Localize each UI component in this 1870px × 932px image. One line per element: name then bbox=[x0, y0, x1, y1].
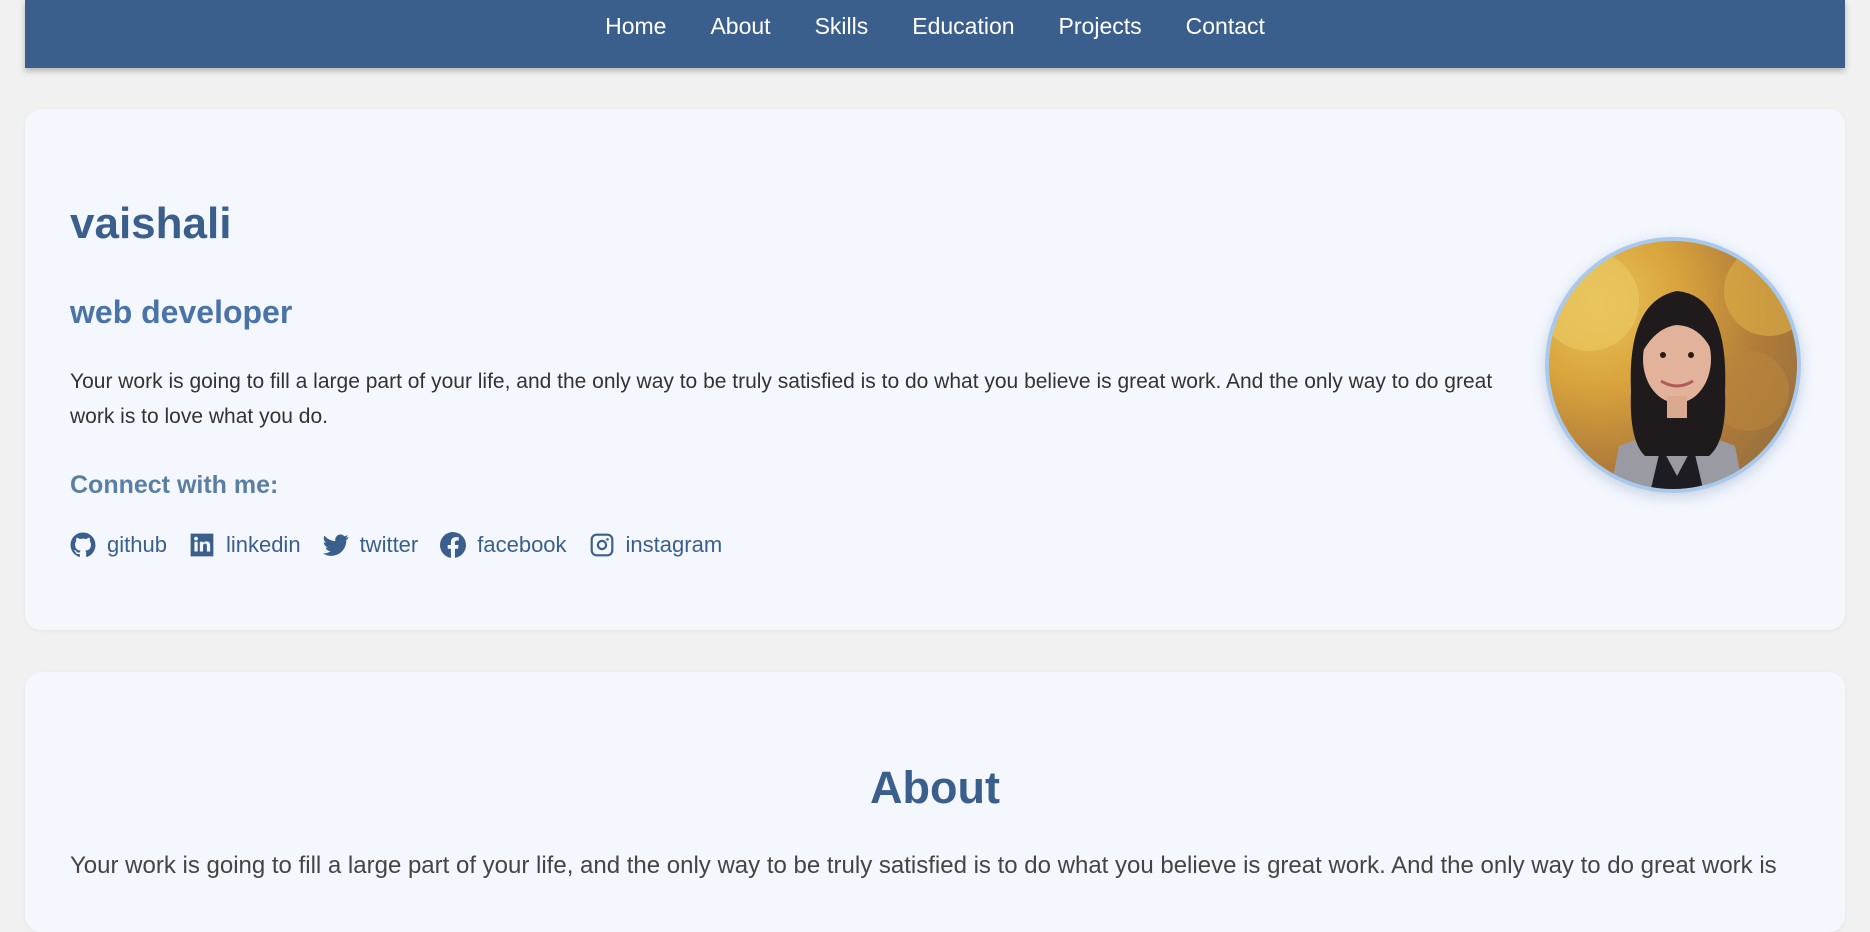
instagram-icon bbox=[590, 533, 613, 557]
social-link-github[interactable]: github bbox=[70, 532, 167, 558]
about-section: About Your work is going to fill a large… bbox=[25, 672, 1845, 932]
top-navbar: Home About Skills Education Projects Con… bbox=[25, 0, 1845, 68]
nav-menu: Home About Skills Education Projects Con… bbox=[583, 13, 1287, 39]
about-text: Your work is going to fill a large part … bbox=[70, 852, 1777, 879]
hero-name: vaishali bbox=[70, 199, 232, 248]
linkedin-icon bbox=[190, 533, 214, 557]
social-link-linkedin[interactable]: linkedin bbox=[189, 532, 301, 558]
hero-description: Your work is going to fill a large part … bbox=[70, 370, 1493, 428]
social-link-instagram[interactable]: instagram bbox=[589, 532, 723, 558]
github-icon bbox=[70, 532, 96, 557]
twitter-icon bbox=[322, 534, 349, 556]
nav-link-about[interactable]: About bbox=[710, 13, 770, 39]
hero-role: web developer bbox=[70, 294, 293, 330]
facebook-icon bbox=[440, 532, 467, 558]
social-label-facebook: facebook bbox=[477, 532, 567, 557]
social-link-twitter[interactable]: twitter bbox=[322, 532, 419, 558]
nav-link-education[interactable]: Education bbox=[912, 13, 1014, 39]
social-link-facebook[interactable]: facebook bbox=[440, 532, 567, 558]
social-label-instagram: instagram bbox=[625, 532, 723, 557]
nav-link-contact[interactable]: Contact bbox=[1186, 13, 1265, 39]
nav-link-home[interactable]: Home bbox=[605, 13, 666, 39]
social-label-twitter: twitter bbox=[359, 532, 419, 557]
nav-link-skills[interactable]: Skills bbox=[815, 13, 869, 39]
social-label-github: github bbox=[107, 532, 167, 557]
nav-link-projects[interactable]: Projects bbox=[1059, 13, 1142, 39]
about-title: About bbox=[870, 762, 1000, 813]
profile-photo bbox=[1549, 246, 1797, 489]
profile-avatar bbox=[1545, 237, 1801, 493]
social-links: github linkedin twitter facebook instagr… bbox=[70, 532, 744, 558]
connect-title: Connect with me: bbox=[70, 471, 279, 499]
social-label-linkedin: linkedin bbox=[225, 532, 301, 557]
hero-section: vaishali web developer Your work is goin… bbox=[25, 109, 1845, 630]
